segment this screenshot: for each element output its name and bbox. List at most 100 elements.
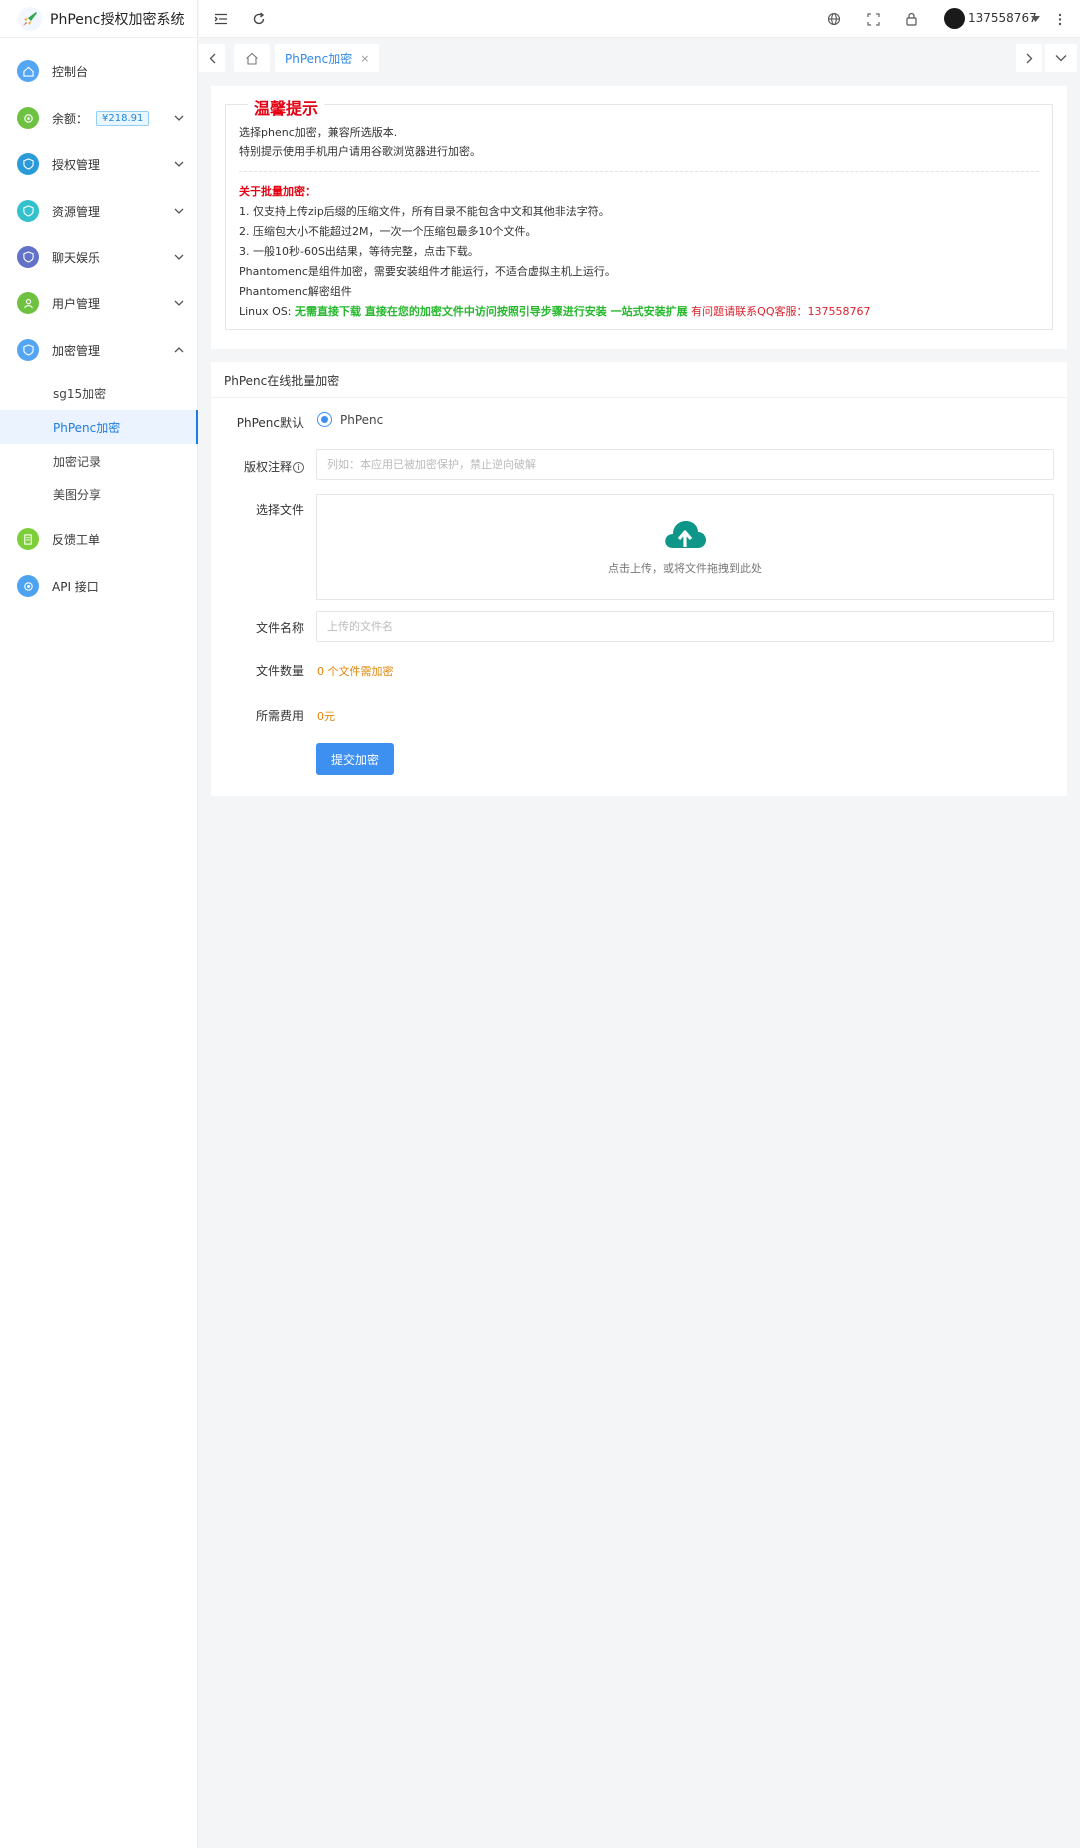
sidebar-item-label: 授权管理 <box>52 157 101 172</box>
fullscreen-icon[interactable] <box>864 10 882 28</box>
notice-divider <box>239 171 1039 172</box>
notice-line: 3. 一般10秒-60S出结果，等待完整，点击下载。 <box>239 245 479 258</box>
shield-icon <box>17 339 39 361</box>
menu-collapse-icon[interactable] <box>212 10 230 28</box>
chevron-down-icon <box>174 296 184 310</box>
submit-encrypt-button[interactable]: 提交加密 <box>316 743 394 775</box>
close-icon[interactable]: × <box>360 52 369 65</box>
subitem-label: PhPenc加密 <box>53 420 121 435</box>
tab-scroll-right-icon[interactable] <box>1016 44 1042 72</box>
file-count-value: 0 个文件需加密 <box>317 665 394 678</box>
shield-icon <box>17 200 39 222</box>
home-icon <box>17 60 39 82</box>
subitem-label: sg15加密 <box>53 386 107 401</box>
radio-checked-icon[interactable] <box>317 412 332 427</box>
notice-line: 2. 压缩包大小不能超过2M，一次一个压缩包最多10个文件。 <box>239 225 537 238</box>
count-label: 文件数量 <box>255 664 304 678</box>
app-title: PhPenc授权加密系统 <box>50 11 185 28</box>
sidebar-item-authorization[interactable]: 授权管理 <box>0 144 198 184</box>
lock-icon[interactable] <box>902 10 920 28</box>
upload-hint: 点击上传，或将文件拖拽到此处 <box>608 562 762 575</box>
sidebar-item-label: 聊天娱乐 <box>52 250 101 265</box>
chevron-down-icon <box>174 157 184 171</box>
sidebar: PhPenc授权加密系统 控制台 余额： ¥218.91 授权管理 资源管理 聊… <box>0 0 198 1848</box>
sidebar-subitem-phpenc[interactable]: PhPenc加密 <box>0 410 198 444</box>
rocket-logo-icon <box>18 6 42 31</box>
home-tab-icon[interactable] <box>234 44 270 72</box>
top-bar: 137558767 <box>199 0 1080 38</box>
wallet-icon <box>17 107 39 129</box>
chevron-down-icon <box>174 111 184 125</box>
batch-encrypt-card: PhPenc在线批量加密 PhPenc默认 PhPenc 版权注释i 选择文件 … <box>211 362 1067 796</box>
sidebar-item-label: 资源管理 <box>52 204 101 219</box>
balance-badge: ¥218.91 <box>96 110 150 126</box>
document-icon <box>17 528 39 550</box>
notice-line: 特别提示使用手机用户请用谷歌浏览器进行加密。 <box>239 145 481 158</box>
info-icon[interactable]: i <box>293 462 304 473</box>
api-icon <box>17 575 39 597</box>
sidebar-item-encryption[interactable]: 加密管理 <box>0 330 198 370</box>
sidebar-item-label: 反馈工单 <box>52 532 101 547</box>
sidebar-item-label: API 接口 <box>52 579 99 594</box>
notice-card: 温馨提示 选择phenc加密，兼容所选版本. 特别提示使用手机用户请用谷歌浏览器… <box>211 86 1067 349</box>
fee-value: 0元 <box>317 710 335 723</box>
tab-scroll-left-icon[interactable] <box>199 44 225 72</box>
filename-input[interactable] <box>316 611 1054 642</box>
subitem-label: 加密记录 <box>53 454 102 469</box>
copyright-label: 版权注释 i <box>211 458 304 475</box>
file-label: 选择文件 <box>255 503 304 517</box>
sidebar-item-label: 余额： <box>52 111 89 126</box>
sidebar-subitem-sg15[interactable]: sg15加密 <box>0 376 198 410</box>
sidebar-item-label: 用户管理 <box>52 296 101 311</box>
sidebar-item-resources[interactable]: 资源管理 <box>0 191 198 231</box>
avatar[interactable] <box>944 8 965 29</box>
linux-contact: 有问题请联系QQ客服：137558767 <box>691 305 871 318</box>
tab-phpenc[interactable]: PhPenc加密 × <box>275 44 380 72</box>
globe-icon[interactable] <box>825 10 843 28</box>
notice-line: 1. 仅支持上传zip后缀的压缩文件，所有目录不能包含中文和其他非法字符。 <box>239 205 610 218</box>
linux-install-link[interactable]: 无需直接下载 直接在您的加密文件中访问按照引导步骤进行安装 一站式安装扩展 <box>295 305 688 318</box>
fee-label: 所需费用 <box>255 709 304 723</box>
refresh-icon[interactable] <box>250 10 268 28</box>
shield-icon <box>17 153 39 175</box>
shield-icon <box>17 246 39 268</box>
radio-label: PhPenc <box>340 412 384 427</box>
notice-line: Phantomenc是组件加密，需要安装组件才能运行，不适合虚拟主机上运行。 <box>239 265 616 278</box>
linux-line: Linux OS: 无需直接下载 直接在您的加密文件中访问按照引导步骤进行安装 … <box>239 303 870 319</box>
sidebar-item-chat[interactable]: 聊天娱乐 <box>0 237 198 277</box>
user-icon <box>17 292 39 314</box>
sidebar-item-users[interactable]: 用户管理 <box>0 283 198 323</box>
sidebar-item-balance[interactable]: 余额： ¥218.91 <box>0 98 198 138</box>
sidebar-item-dashboard[interactable]: 控制台 <box>0 51 198 91</box>
default-label: PhPenc默认 <box>236 416 304 430</box>
tab-label: PhPenc加密 <box>285 51 353 66</box>
chevron-up-icon <box>174 343 184 357</box>
sidebar-item-api[interactable]: API 接口 <box>0 566 198 606</box>
chevron-down-icon <box>174 204 184 218</box>
notice-box: 温馨提示 选择phenc加密，兼容所选版本. 特别提示使用手机用户请用谷歌浏览器… <box>225 95 1053 330</box>
notice-line: 选择phenc加密，兼容所选版本. <box>239 126 398 139</box>
linux-prefix: Linux OS: <box>239 305 295 318</box>
subitem-label: 美图分享 <box>53 487 102 502</box>
sidebar-item-label: 加密管理 <box>52 343 101 358</box>
phpenc-radio[interactable]: PhPenc <box>317 412 383 427</box>
sidebar-subitem-records[interactable]: 加密记录 <box>0 444 198 478</box>
more-vertical-icon[interactable] <box>1051 10 1069 28</box>
caret-down-icon[interactable] <box>1026 10 1044 28</box>
chevron-down-icon <box>174 250 184 264</box>
notice-title: 温馨提示 <box>248 95 325 119</box>
tab-dropdown-icon[interactable] <box>1045 44 1077 72</box>
notice-line: Phantomenc解密组件 <box>239 285 352 298</box>
batch-title: 关于批量加密： <box>239 185 316 198</box>
filename-label: 文件名称 <box>255 621 304 635</box>
card-divider <box>211 397 1067 398</box>
app-logo[interactable]: PhPenc授权加密系统 <box>0 0 197 38</box>
upload-dropzone[interactable]: 点击上传，或将文件拖拽到此处 <box>316 494 1054 600</box>
cloud-upload-icon <box>663 518 707 554</box>
sidebar-item-label: 控制台 <box>52 64 89 79</box>
copyright-input[interactable] <box>316 449 1054 480</box>
sidebar-item-feedback[interactable]: 反馈工单 <box>0 519 198 559</box>
sidebar-subitem-gallery[interactable]: 美图分享 <box>0 477 198 511</box>
card-title: PhPenc在线批量加密 <box>224 374 340 388</box>
tab-bar: PhPenc加密 × <box>199 42 1080 76</box>
